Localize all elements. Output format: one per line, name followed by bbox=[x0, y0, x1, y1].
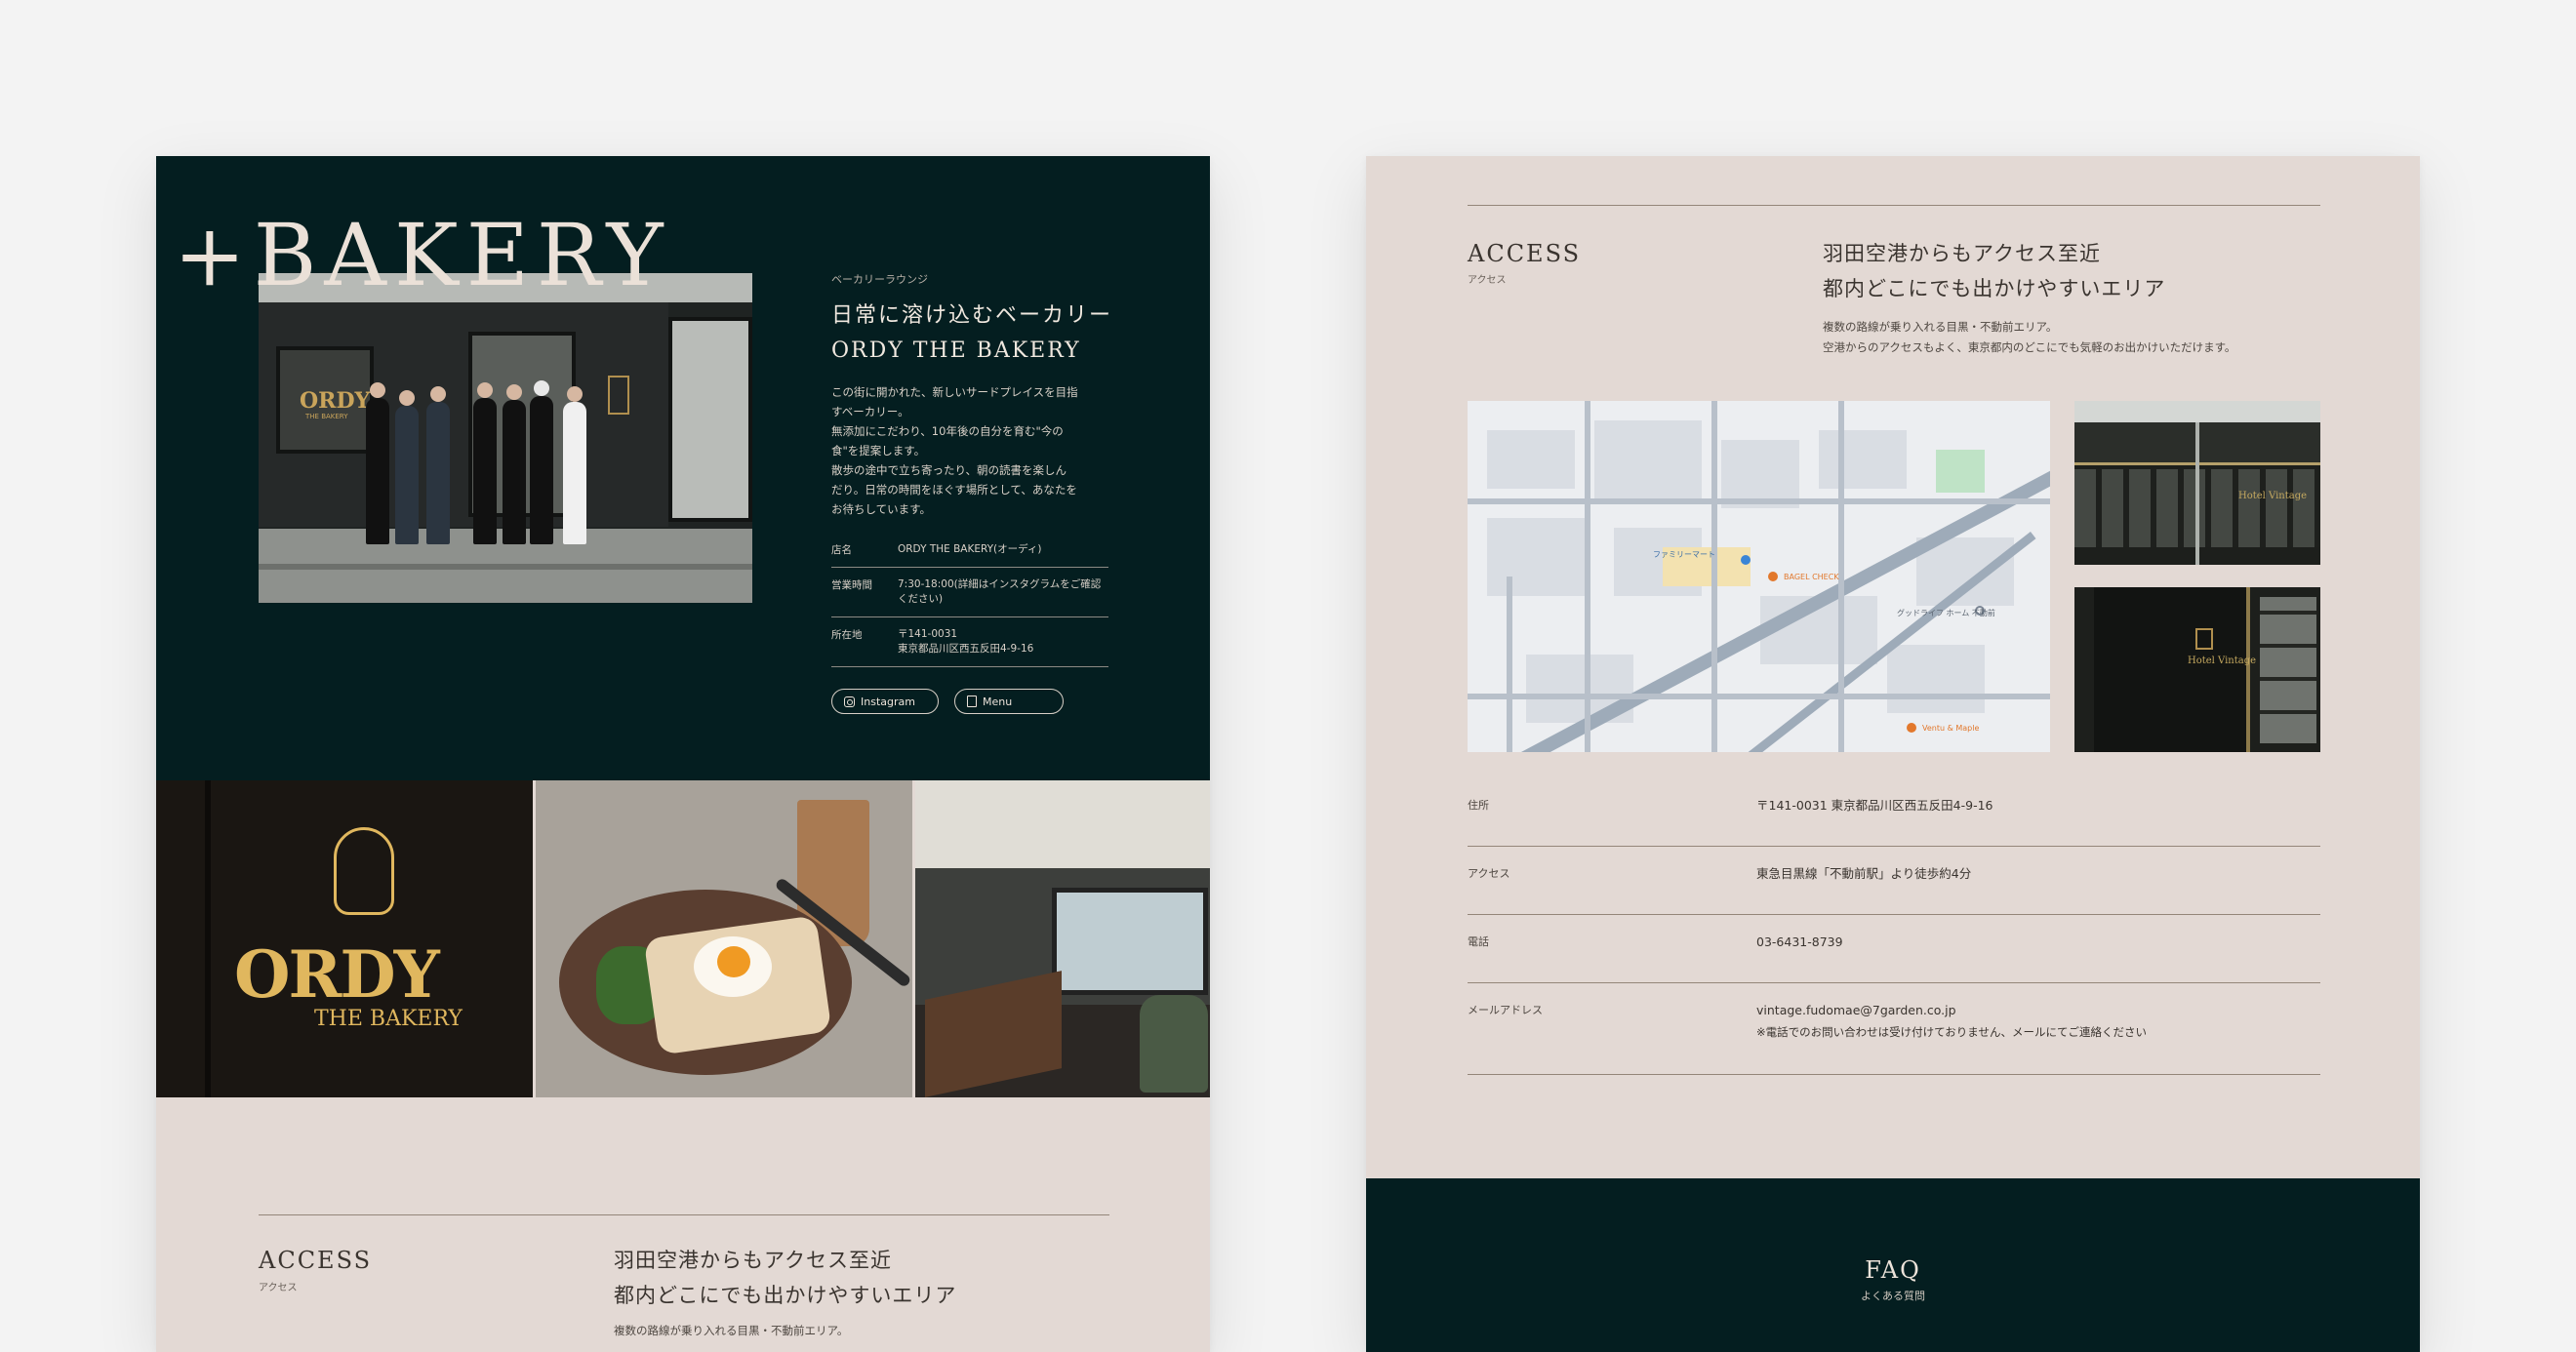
detail-row-access: アクセス 東急目黒線「不動前駅」より徒歩約4分 bbox=[1468, 847, 2320, 915]
bakery-wordmark: +BAKERY bbox=[174, 205, 671, 305]
hotel-sign: Hotel Vintage bbox=[2188, 656, 2257, 666]
faq-subtitle: よくある質問 bbox=[1861, 1290, 1925, 1302]
map-label: BAGEL CHECK bbox=[1784, 573, 1839, 581]
map-label: ファミリーマート bbox=[1653, 550, 1715, 559]
access-subtitle: アクセス bbox=[259, 1283, 298, 1293]
window-logo-photo: ORDY THE BAKERY bbox=[156, 780, 536, 1097]
access-subtitle: アクセス bbox=[1468, 275, 1507, 286]
info-key: 店名 bbox=[831, 544, 852, 556]
store-info-table: 店名 ORDY THE BAKERY(オーディ) 営業時間 7:30-18:00… bbox=[831, 533, 1108, 667]
instagram-button-label: Instagram bbox=[861, 695, 915, 708]
info-value: ORDY THE BAKERY(オーディ) bbox=[898, 543, 1042, 555]
storefront-photo: ORDY THE BAKERY bbox=[259, 273, 752, 603]
hotel-emblem-icon bbox=[2195, 628, 2213, 650]
map-label: Ventu & Maple bbox=[1922, 724, 1980, 733]
info-row-name: 店名 ORDY THE BAKERY(オーディ) bbox=[831, 533, 1108, 568]
photo-store-logo-sub: THE BAKERY bbox=[305, 413, 348, 420]
info-value: 7:30-18:00(詳細はインスタグラムをご確認ください) bbox=[898, 578, 1102, 605]
access-detail-table: 住所 〒141-0031 東京都品川区西五反田4-9-16 アクセス 東急目黒線… bbox=[1468, 778, 2320, 1075]
info-key: 所在地 bbox=[831, 629, 863, 641]
access-description: 複数の路線が乗り入れる目黒・不動前エリア。 空港からのアクセスもよく、東京都内の… bbox=[1823, 320, 2236, 354]
staff-group bbox=[356, 380, 610, 544]
faq-section: FAQ よくある質問 bbox=[1366, 1178, 2420, 1352]
detail-row-phone: 電話 03-6431-8739 bbox=[1468, 915, 2320, 983]
access-map[interactable]: BAGEL CHECK ファミリーマート グッドライフ ホーム 不動前 Vent… bbox=[1468, 401, 2050, 752]
access-divider bbox=[1468, 205, 2320, 206]
detail-value: 東急目黒線「不動前駅」より徒歩約4分 bbox=[1756, 866, 1972, 881]
faq-title: FAQ bbox=[1865, 1256, 1921, 1284]
info-row-address: 所在地 〒141-0031 東京都品川区西五反田4-9-16 bbox=[831, 617, 1108, 667]
instagram-icon bbox=[844, 696, 855, 707]
info-row-hours: 営業時間 7:30-18:00(詳細はインスタグラムをご確認ください) bbox=[831, 568, 1108, 617]
access-headline-line2: 都内どこにでも出かけやすいエリア bbox=[614, 1284, 957, 1307]
hero-title: 日常に溶け込むベーカリー ORDY THE BAKERY bbox=[831, 298, 1124, 369]
access-headline-line2: 都内どこにでも出かけやすいエリア bbox=[1823, 277, 2166, 300]
access-headline-line1: 羽田空港からもアクセス至近 bbox=[1823, 242, 2101, 265]
hotel-exterior-photo: Hotel Vintage bbox=[2074, 401, 2320, 565]
hotel-emblem-icon bbox=[608, 376, 629, 415]
detail-value-group: vintage.fudomae@7garden.co.jp ※電話でのお問い合わ… bbox=[1756, 996, 2320, 1074]
instagram-button[interactable]: Instagram bbox=[831, 689, 939, 714]
detail-key: アクセス bbox=[1468, 867, 1510, 880]
map-pin-icon[interactable] bbox=[1768, 572, 1778, 581]
access-description: 複数の路線が乗り入れる目黒・不動前エリア。 bbox=[614, 1324, 849, 1337]
detail-key: 電話 bbox=[1468, 935, 1489, 948]
detail-value: 〒141-0031 東京都品川区西五反田4-9-16 bbox=[1756, 798, 1993, 813]
menu-button[interactable]: Menu bbox=[954, 689, 1064, 714]
toast-photo bbox=[536, 780, 915, 1097]
map-pin-icon[interactable] bbox=[1741, 555, 1751, 565]
info-key: 営業時間 bbox=[831, 579, 872, 591]
access-divider bbox=[259, 1214, 1109, 1215]
menu-icon bbox=[967, 696, 977, 707]
info-value: 〒141-0031 東京都品川区西五反田4-9-16 bbox=[898, 628, 1034, 655]
map-pin-icon[interactable] bbox=[1907, 723, 1916, 733]
detail-value[interactable]: 03-6431-8739 bbox=[1756, 928, 2320, 982]
window-logo-text: ORDY bbox=[234, 936, 440, 1013]
email-note: ※電話でのお問い合わせは受け付けておりません、メールにてご連絡ください bbox=[1756, 1025, 2147, 1039]
hand-logo-icon bbox=[334, 827, 394, 915]
bakery-intro: ベーカリーラウンジ 日常に溶け込むベーカリー ORDY THE BAKERY こ… bbox=[831, 271, 1124, 714]
detail-row-email: メールアドレス vintage.fudomae@7garden.co.jp ※電… bbox=[1468, 983, 2320, 1075]
access-title: ACCESS bbox=[259, 1247, 373, 1274]
left-page-panel: +BAKERY ORDY THE BAKERY ベーカリーラウンジ 日常に溶け込… bbox=[156, 156, 1210, 1352]
interior-photo bbox=[915, 780, 1210, 1097]
detail-key: 住所 bbox=[1468, 799, 1489, 812]
right-page-panel: ACCESS アクセス 羽田空港からもアクセス至近 都内どこにでも出かけやすいエ… bbox=[1366, 156, 2420, 1352]
email-link[interactable]: vintage.fudomae@7garden.co.jp bbox=[1756, 1000, 2320, 1021]
hero-description: この街に開かれた、新しいサードプレイスを目指 すベーカリー。 無添加にこだわり、… bbox=[831, 385, 1078, 516]
hotel-entrance-photo: Hotel Vintage bbox=[2074, 587, 2320, 752]
hotel-sign: Hotel Vintage bbox=[2238, 491, 2308, 501]
map-label: グッドライフ ホーム 不動前 bbox=[1897, 609, 1995, 617]
hero-title-line2: ORDY THE BAKERY bbox=[831, 338, 1081, 363]
detail-row-address: 住所 〒141-0031 東京都品川区西五反田4-9-16 bbox=[1468, 778, 2320, 847]
window-logo-sub: THE BAKERY bbox=[314, 1007, 463, 1031]
hero-section: +BAKERY ORDY THE BAKERY ベーカリーラウンジ 日常に溶け込… bbox=[156, 156, 1210, 780]
access-headline-line1: 羽田空港からもアクセス至近 bbox=[614, 1249, 892, 1272]
hero-title-line1: 日常に溶け込むベーカリー bbox=[831, 303, 1113, 328]
access-title: ACCESS bbox=[1468, 240, 1582, 267]
hero-eyebrow: ベーカリーラウンジ bbox=[831, 273, 928, 286]
menu-button-label: Menu bbox=[983, 695, 1013, 708]
access-headline: 羽田空港からもアクセス至近 都内どこにでも出かけやすいエリア bbox=[1823, 236, 2165, 306]
detail-key: メールアドレス bbox=[1468, 1004, 1543, 1016]
access-headline: 羽田空港からもアクセス至近 都内どこにでも出かけやすいエリア bbox=[614, 1243, 956, 1313]
photo-strip: ORDY THE BAKERY bbox=[156, 780, 1210, 1097]
hero-buttons: Instagram Menu bbox=[831, 689, 1124, 714]
